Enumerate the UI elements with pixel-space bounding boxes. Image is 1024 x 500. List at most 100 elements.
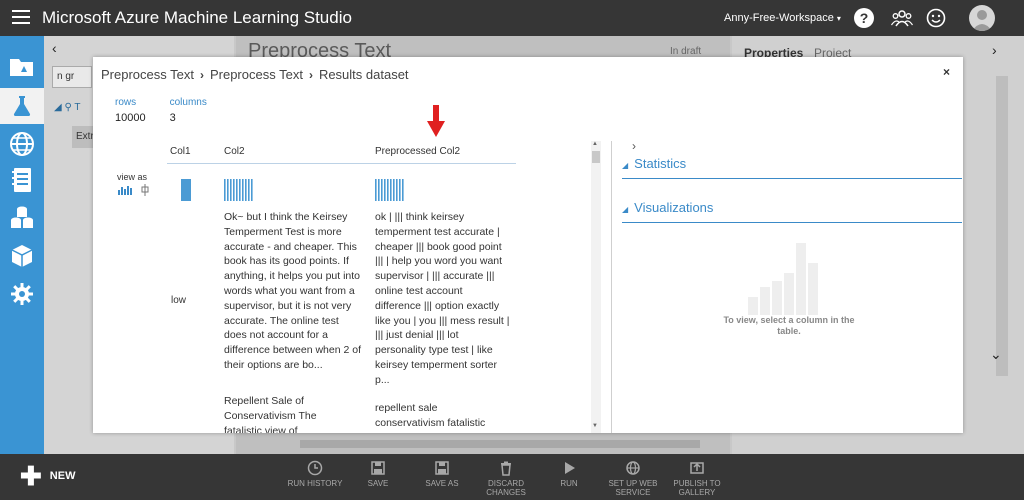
nav-datasets[interactable]: [0, 200, 44, 236]
set-up-web-service-button[interactable]: SET UP WEB SERVICE: [598, 460, 668, 497]
flask-icon: [13, 96, 31, 116]
statistics-label: Statistics: [634, 156, 687, 171]
table-cell[interactable]: repellent sale conservativism fatalistic: [375, 401, 505, 431]
run-history-button[interactable]: RUN HISTORY: [280, 460, 350, 488]
projects-folder-icon: [10, 59, 33, 76]
run-history-label: RUN HISTORY: [287, 479, 343, 488]
chevron-down-icon: ▾: [836, 14, 841, 23]
column-header-preprocessed-col2[interactable]: Preprocessed Col2: [375, 146, 460, 157]
rows-stat: rows 10000: [115, 97, 146, 124]
breadcrumb-item[interactable]: Preprocess Text: [101, 67, 194, 82]
scroll-down-icon[interactable]: ▼: [592, 423, 598, 429]
experiment-status: In draft: [670, 46, 702, 57]
bottom-toolbar: ✚ NEW RUN HISTORY SAVE SAVE AS DISCARD C…: [0, 454, 1024, 500]
plus-icon: ✚: [20, 461, 42, 491]
col2-histogram[interactable]: [224, 179, 254, 201]
top-bar: Microsoft Azure Machine Learning Studio …: [0, 0, 1024, 36]
nav-projects[interactable]: [0, 48, 44, 84]
trash-icon: [501, 461, 511, 476]
datasets-icon: [11, 206, 33, 228]
chevron-right-icon[interactable]: ›: [632, 139, 636, 153]
palette-search-input[interactable]: n gr: [52, 66, 92, 88]
breadcrumb-item[interactable]: Preprocess Text: [210, 67, 303, 82]
chevron-right-icon: ›: [199, 67, 204, 82]
visualizations-label: Visualizations: [634, 200, 714, 215]
community-icon[interactable]: [891, 8, 913, 28]
nav-trained-models[interactable]: [0, 238, 44, 274]
rows-label: rows: [115, 97, 137, 108]
column-header-col1[interactable]: Col1: [170, 146, 191, 157]
red-arrow-annotation-icon: [427, 105, 445, 137]
save-as-label: SAVE AS: [425, 479, 459, 488]
table-cell[interactable]: Ok~ but I think the Keirsey Temperment T…: [224, 210, 364, 373]
breadcrumb-current: Results dataset: [318, 67, 409, 82]
col1-histogram[interactable]: [181, 179, 193, 201]
palette-tree-icon[interactable]: ◢ ⚲ T: [54, 102, 81, 113]
workspace-selector[interactable]: Anny-Free-Workspace ▾: [724, 12, 841, 24]
column-header-col2[interactable]: Col2: [224, 146, 245, 157]
table-cell[interactable]: ok | ||| think keirsey temperment test a…: [375, 210, 511, 388]
nav-settings[interactable]: [0, 276, 44, 312]
publish-to-gallery-button[interactable]: PUBLISH TO GALLERY: [662, 460, 732, 497]
visualizations-section[interactable]: ◢ Visualizations: [622, 199, 962, 223]
table-cell[interactable]: Repellent Sale of Conservativism The fat…: [224, 394, 342, 433]
close-icon[interactable]: ×: [943, 65, 950, 79]
avatar[interactable]: [969, 5, 995, 31]
chevron-right-icon: ›: [308, 67, 313, 82]
new-button[interactable]: ✚ NEW: [20, 461, 76, 491]
table-scrollbar[interactable]: ▲ ▼: [591, 141, 601, 433]
collapse-triangle-icon: ◢: [622, 161, 629, 170]
cube-icon: [11, 245, 33, 267]
save-as-button[interactable]: SAVE AS: [407, 460, 477, 488]
collapse-properties-icon[interactable]: ›: [992, 42, 997, 58]
visualization-hint: To view, select a column in the table.: [723, 315, 855, 336]
columns-label: columns: [169, 97, 207, 108]
nav-experiments[interactable]: [0, 88, 44, 124]
breadcrumb: Preprocess Text › Preprocess Text › Resu…: [101, 67, 409, 82]
dataset-stats: rows 10000 columns 3: [115, 97, 231, 124]
statistics-section[interactable]: ◢ Statistics: [622, 155, 962, 179]
publish-icon: [690, 462, 704, 474]
discard-changes-button[interactable]: DISCARD CHANGES: [471, 460, 541, 497]
globe-icon: [10, 132, 34, 156]
boxplot-view-icon[interactable]: [141, 184, 149, 196]
nav-web-services[interactable]: [0, 126, 44, 162]
run-button[interactable]: RUN: [534, 460, 604, 488]
publish-to-gallery-label: PUBLISH TO GALLERY: [673, 479, 721, 497]
discard-changes-label: DISCARD CHANGES: [486, 479, 526, 497]
rows-value: 10000: [115, 112, 146, 124]
hamburger-menu-icon[interactable]: [12, 10, 30, 24]
run-label: RUN: [560, 479, 578, 488]
histogram-view-icon[interactable]: [117, 185, 135, 195]
nav-notebooks[interactable]: [0, 162, 44, 198]
new-button-label: NEW: [49, 470, 76, 482]
play-icon: [565, 462, 575, 474]
canvas-horizontal-scrollbar[interactable]: [300, 440, 700, 448]
save-label: SAVE: [367, 479, 389, 488]
collapse-palette-icon[interactable]: ‹: [52, 40, 57, 56]
left-nav: [0, 36, 44, 454]
view-as-label: view as: [117, 172, 148, 182]
properties-scrollbar[interactable]: [996, 76, 1008, 376]
columns-value: 3: [169, 112, 176, 124]
columns-stat: columns 3: [170, 97, 207, 124]
save-icon: [371, 461, 385, 475]
chevron-down-icon[interactable]: ⌄: [990, 346, 1002, 363]
app-title: Microsoft Azure Machine Learning Studio: [42, 8, 352, 27]
header-divider: [167, 163, 516, 164]
save-as-icon: [435, 461, 449, 475]
save-button[interactable]: SAVE: [343, 460, 413, 488]
feedback-smile-icon[interactable]: [926, 8, 946, 28]
scroll-up-icon[interactable]: ▲: [592, 141, 598, 147]
panel-divider: [611, 141, 612, 433]
table-cell[interactable]: low: [171, 295, 186, 306]
results-dataset-dialog: Preprocess Text › Preprocess Text › Resu…: [93, 57, 963, 433]
preprocessed-col2-histogram[interactable]: [375, 179, 405, 201]
scrollbar-thumb[interactable]: [592, 151, 600, 163]
clock-icon: [307, 460, 323, 476]
view-as-toggle: [117, 184, 149, 196]
help-icon[interactable]: ?: [854, 8, 874, 28]
gear-icon: [11, 283, 33, 305]
set-up-web-service-label: SET UP WEB SERVICE: [608, 479, 658, 497]
workspace-name: Anny-Free-Workspace: [724, 12, 834, 24]
